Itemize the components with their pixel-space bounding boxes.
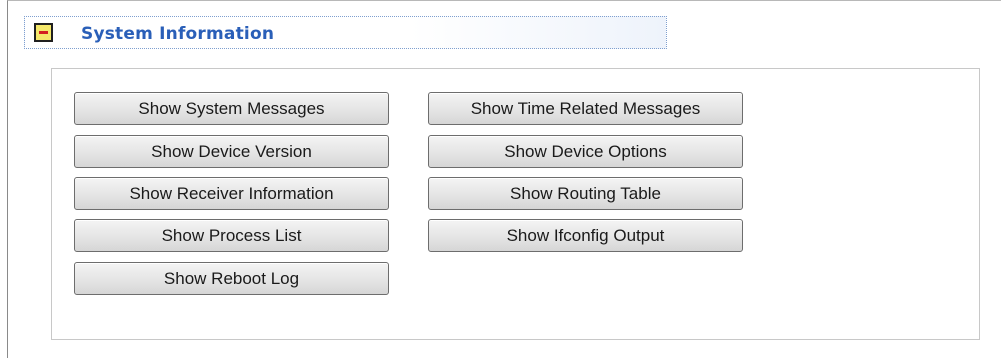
show-reboot-log-button[interactable]: Show Reboot Log xyxy=(74,262,389,295)
section-header[interactable]: System Information xyxy=(24,16,667,49)
show-system-messages-button[interactable]: Show System Messages xyxy=(74,92,389,125)
section-title: System Information xyxy=(81,24,275,44)
show-time-related-messages-button[interactable]: Show Time Related Messages xyxy=(428,92,743,125)
show-device-options-button[interactable]: Show Device Options xyxy=(428,135,743,168)
show-ifconfig-output-button[interactable]: Show Ifconfig Output xyxy=(428,219,743,252)
show-receiver-information-button[interactable]: Show Receiver Information xyxy=(74,177,389,210)
show-process-list-button[interactable]: Show Process List xyxy=(74,219,389,252)
show-routing-table-button[interactable]: Show Routing Table xyxy=(428,177,743,210)
show-device-version-button[interactable]: Show Device Version xyxy=(74,135,389,168)
collapse-icon[interactable] xyxy=(34,23,53,42)
